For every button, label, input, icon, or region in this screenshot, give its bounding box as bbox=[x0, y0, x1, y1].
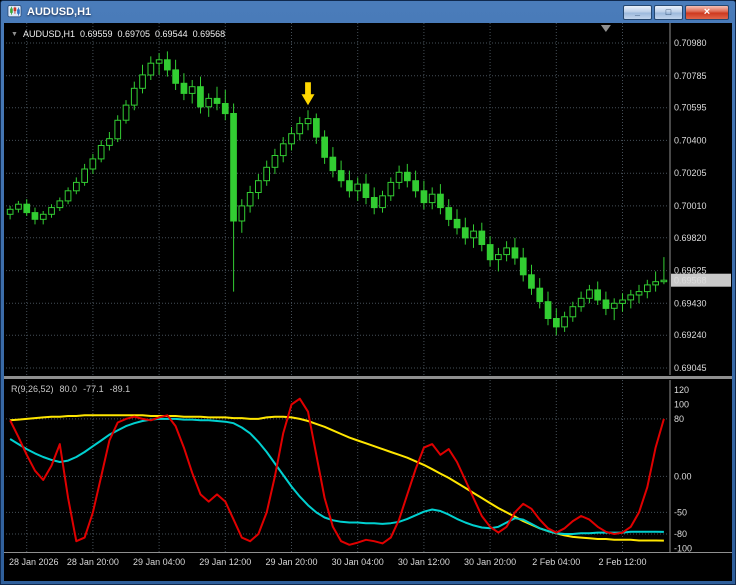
minimize-icon: _ bbox=[634, 7, 640, 17]
info-open: 0.69559 bbox=[79, 29, 113, 39]
time-label: 30 Jan 20:00 bbox=[464, 557, 517, 567]
time-label: 29 Jan 04:00 bbox=[133, 557, 186, 567]
price-axis-label: 0.70400 bbox=[674, 135, 707, 145]
time-label: 28 Jan 2026 bbox=[9, 557, 59, 567]
price-axis-label: 0.70010 bbox=[674, 201, 707, 211]
candlesticks bbox=[6, 51, 668, 336]
maximize-button[interactable]: □ bbox=[654, 4, 683, 20]
indicator-scale-label: -50 bbox=[674, 507, 687, 517]
ohlc-info-line: ▼ AUDUSD,H1 0.69559 0.69705 0.69544 0.69… bbox=[11, 29, 225, 39]
sell-signal-arrow-icon bbox=[301, 82, 315, 106]
indicator-scale-label: 80 bbox=[674, 414, 684, 424]
maximize-icon: □ bbox=[665, 7, 672, 17]
time-label: 2 Feb 12:00 bbox=[598, 557, 647, 567]
minimize-button[interactable]: _ bbox=[623, 4, 652, 20]
current-price-label: 0.69568 bbox=[674, 276, 707, 286]
indicator-canvas[interactable]: 120 100 80 0.00 -50 -80 -100 bbox=[4, 380, 732, 552]
chart-client-area: 0.70980 0.70785 0.70595 0.70400 0.70205 0.700… bbox=[4, 23, 732, 581]
info-close: 0.69568 bbox=[192, 29, 226, 39]
info-high: 0.69705 bbox=[117, 29, 151, 39]
price-axis-label: 0.69045 bbox=[674, 363, 707, 373]
window-titlebar[interactable]: AUDUSD,H1 _ □ × bbox=[4, 1, 732, 23]
indicator-scale-label: -80 bbox=[674, 529, 687, 539]
info-low: 0.69544 bbox=[155, 29, 188, 39]
window-controls: _ □ × bbox=[623, 4, 729, 20]
close-button[interactable]: × bbox=[685, 4, 729, 20]
time-axis[interactable]: 28 Jan 2026 28 Jan 20:00 29 Jan 04:00 29 Ja… bbox=[4, 552, 732, 581]
indicator-value-slow: -89.1 bbox=[109, 384, 131, 394]
indicator-scale-label: -100 bbox=[674, 543, 692, 552]
indicator-value-mid: -77.1 bbox=[83, 384, 104, 394]
chart-app-icon bbox=[7, 5, 22, 19]
price-axis-label: 0.70595 bbox=[674, 103, 707, 113]
window-title: AUDUSD,H1 bbox=[27, 6, 92, 18]
mt4-chart-window: AUDUSD,H1 _ □ × 0.70980 0.70785 0.70595 0.7… bbox=[0, 0, 736, 585]
indicator-scale-label: 120 bbox=[674, 385, 689, 395]
price-axis-label: 0.70785 bbox=[674, 71, 707, 81]
price-chart-canvas[interactable]: 0.70980 0.70785 0.70595 0.70400 0.70205 0.700… bbox=[4, 23, 732, 375]
time-label: 28 Jan 20:00 bbox=[66, 557, 119, 567]
price-chart-pane[interactable]: 0.70980 0.70785 0.70595 0.70400 0.70205 0.700… bbox=[4, 23, 732, 375]
indicator-scale-label: 100 bbox=[674, 400, 689, 410]
price-axis-label: 0.69240 bbox=[674, 330, 707, 340]
time-label: 29 Jan 20:00 bbox=[265, 557, 318, 567]
price-axis-label: 0.70205 bbox=[674, 168, 707, 178]
time-label: 30 Jan 12:00 bbox=[397, 557, 450, 567]
indicator-name: R(9,26,52) bbox=[11, 384, 54, 394]
indicator-label: R(9,26,52) 80.0 -77.1 -89.1 bbox=[11, 384, 130, 394]
time-label: 30 Jan 04:00 bbox=[331, 557, 384, 567]
price-axis-label: 0.69820 bbox=[674, 233, 707, 243]
info-symbol: AUDUSD,H1 bbox=[22, 29, 75, 39]
time-label: 2 Feb 04:00 bbox=[532, 557, 581, 567]
r9-fast-line bbox=[9, 397, 665, 546]
chart-shift-marker-icon bbox=[600, 25, 611, 32]
time-label: 29 Jan 12:00 bbox=[199, 557, 252, 567]
indicator-pane[interactable]: 120 100 80 0.00 -50 -80 -100 R(9,26,52) 80.0 -… bbox=[4, 380, 732, 552]
indicator-value-fast: 80.0 bbox=[59, 384, 78, 394]
price-axis-label: 0.69430 bbox=[674, 298, 707, 308]
close-icon: × bbox=[703, 6, 711, 18]
indicator-scale-label: 0.00 bbox=[674, 471, 692, 481]
collapse-info-icon[interactable]: ▼ bbox=[11, 31, 18, 38]
indicator-gridlines bbox=[6, 380, 668, 552]
main-gridlines bbox=[6, 23, 668, 375]
price-axis-label: 0.70980 bbox=[674, 38, 707, 48]
